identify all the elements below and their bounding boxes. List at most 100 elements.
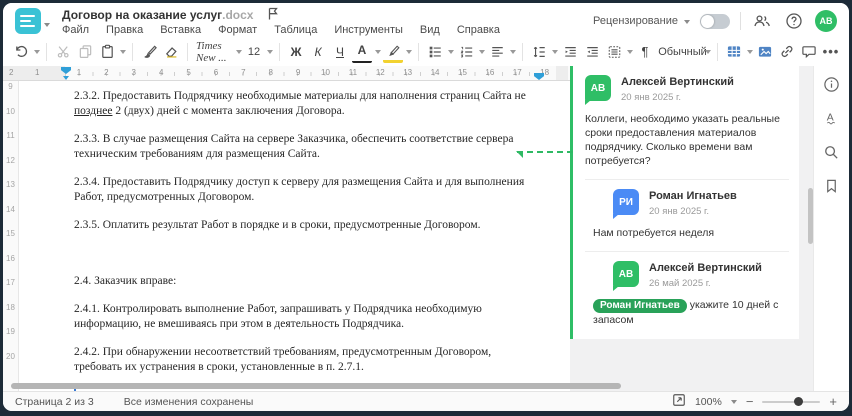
bullet-list-caret-icon[interactable] xyxy=(448,50,454,57)
decrease-indent-button[interactable] xyxy=(560,41,580,63)
insert-table-caret-icon[interactable] xyxy=(747,50,753,57)
font-size-caret-icon[interactable] xyxy=(267,50,273,57)
spellcheck-icon[interactable]: A xyxy=(822,108,842,128)
insert-link-button[interactable] xyxy=(777,41,797,63)
line-spacing-button[interactable] xyxy=(529,41,549,63)
review-toggle[interactable] xyxy=(700,13,730,29)
document-title: Договор на оказание услуг xyxy=(62,8,223,22)
more-tools-button[interactable]: ••• xyxy=(821,41,841,63)
insert-image-button[interactable] xyxy=(755,41,775,63)
document-page[interactable]: 2.3.2. Предоставить Подрядчику необходим… xyxy=(19,81,570,391)
paragraph-settings-caret-icon[interactable] xyxy=(627,50,633,57)
align-caret-icon[interactable] xyxy=(510,50,516,57)
copy-button[interactable] xyxy=(75,41,95,63)
document-extension: .docx xyxy=(222,8,254,22)
search-icon[interactable] xyxy=(822,142,842,162)
bookmark-icon[interactable] xyxy=(822,176,842,196)
align-button[interactable] xyxy=(487,41,507,63)
paragraph-settings-button[interactable] xyxy=(604,41,624,63)
insert-comment-button[interactable] xyxy=(799,41,819,63)
page-indicator[interactable]: Страница 2 из 3 xyxy=(15,396,94,408)
app-logo-icon[interactable] xyxy=(15,8,41,34)
highlight-color-caret-icon[interactable] xyxy=(406,50,412,57)
hanging-indent-marker[interactable] xyxy=(63,76,69,80)
comments-scrollbar[interactable] xyxy=(808,188,813,244)
logo-dropdown-caret-icon[interactable] xyxy=(44,23,50,30)
menu-item[interactable]: Вставка xyxy=(160,24,201,36)
menu-item[interactable]: Формат xyxy=(218,24,257,36)
font-family-caret-icon[interactable] xyxy=(236,50,242,57)
paragraph[interactable]: 2.3.3. В случае размещения Сайта на серв… xyxy=(74,132,534,162)
paragraph[interactable]: 2.3.5. Оплатить результат Работ в порядк… xyxy=(74,218,534,233)
horizontal-ruler[interactable]: 2 1 1 2 3 4 5 6 7 8 9 10 11 12 13 14 15 16 17 18 xyxy=(3,66,570,81)
right-sidebar: A xyxy=(813,66,849,391)
fit-page-icon[interactable] xyxy=(672,393,686,410)
bold-button[interactable]: Ж xyxy=(286,41,306,63)
comment-date: 20 янв 2025 г. xyxy=(649,206,710,217)
favorite-flag-icon[interactable] xyxy=(267,7,279,23)
font-size-select[interactable]: 12 xyxy=(244,41,264,63)
numbered-list-caret-icon[interactable] xyxy=(479,50,485,57)
menu-item[interactable]: Справка xyxy=(457,24,500,36)
menu-item[interactable]: Вид xyxy=(420,24,440,36)
paragraph[interactable]: 2.4.2. При обнаружении несоответствий тр… xyxy=(74,345,534,375)
help-icon[interactable] xyxy=(783,10,805,32)
cut-button[interactable] xyxy=(53,41,73,63)
paragraph-style-select[interactable]: Обычный xyxy=(658,41,707,63)
paste-dropdown-caret-icon[interactable] xyxy=(120,50,126,57)
paragraph[interactable]: 2.3.2. Предоставить Подрядчику необходим… xyxy=(74,89,534,119)
insert-table-button[interactable] xyxy=(724,41,744,63)
paste-button[interactable] xyxy=(97,41,117,63)
zoom-caret-icon[interactable] xyxy=(730,400,737,407)
zoom-slider[interactable] xyxy=(762,397,821,406)
menu-item[interactable]: Таблица xyxy=(274,24,317,36)
ruler-number: 16 xyxy=(485,68,495,77)
comment-reply[interactable]: РИ Роман Игнатьев 20 янв 2025 г. Нам пот… xyxy=(585,179,789,240)
vertical-ruler[interactable]: 9 10 11 12 13 14 15 16 17 18 19 20 xyxy=(3,81,19,391)
review-dropdown-caret-icon[interactable] xyxy=(684,19,690,27)
document-info-icon[interactable] xyxy=(822,74,842,94)
menu-item[interactable]: Правка xyxy=(106,24,143,36)
underline-button[interactable]: Ч xyxy=(330,41,350,63)
italic-button[interactable]: К xyxy=(308,41,328,63)
paragraph[interactable] xyxy=(74,246,534,261)
ruler-number: 18 xyxy=(6,302,15,312)
comment-reply[interactable]: АВ Алексей Вертинский 26 май 2025 г. Ром… xyxy=(585,251,789,327)
ruler-margin-number: 1 xyxy=(35,68,40,77)
comment-thread[interactable]: АВ Алексей Вертинский 20 янв 2025 г. Кол… xyxy=(570,66,799,339)
ruler-number: 3 xyxy=(131,68,137,77)
line-spacing-caret-icon[interactable] xyxy=(552,50,558,57)
horizontal-scrollbar[interactable] xyxy=(11,383,621,389)
bullet-list-button[interactable] xyxy=(425,41,445,63)
zoom-level[interactable]: 100% xyxy=(695,396,722,408)
highlight-color-button[interactable] xyxy=(383,41,403,63)
right-indent-marker[interactable] xyxy=(534,73,544,80)
undo-button[interactable] xyxy=(11,41,31,63)
show-formatting-marks-button[interactable]: ¶ xyxy=(635,41,655,63)
user-avatar[interactable]: АВ xyxy=(815,10,837,32)
undo-dropdown-caret-icon[interactable] xyxy=(34,50,40,57)
menu-item[interactable]: Файл xyxy=(62,24,89,36)
review-mode-label[interactable]: Рецензирование xyxy=(593,15,678,27)
increase-indent-button[interactable] xyxy=(582,41,602,63)
ruler-number: 13 xyxy=(6,180,15,189)
clear-style-eraser-button[interactable] xyxy=(161,41,181,63)
font-color-button[interactable]: А xyxy=(352,41,372,63)
zoom-out-button[interactable]: − xyxy=(746,395,754,408)
paragraph[interactable]: 2.4.1. Контролировать выполнение Работ, … xyxy=(74,302,534,332)
font-color-caret-icon[interactable] xyxy=(375,50,381,57)
mention-pill[interactable]: Роман Игнатьев xyxy=(593,299,687,313)
paragraph[interactable]: 2.4. Заказчик вправе: xyxy=(74,274,534,289)
numbered-list-button[interactable] xyxy=(456,41,476,63)
paragraph-style-caret-icon[interactable] xyxy=(705,50,711,57)
format-painter-button[interactable] xyxy=(139,41,159,63)
collaboration-users-icon[interactable] xyxy=(751,10,773,32)
zoom-slider-knob[interactable] xyxy=(794,397,804,406)
zoom-in-button[interactable]: + xyxy=(829,395,837,408)
ruler-number: 15 xyxy=(458,68,467,77)
paragraph[interactable]: 2.3.4. Предоставить Подрядчику доступ к … xyxy=(74,175,534,205)
comment[interactable]: АВ Алексей Вертинский 20 янв 2025 г. Кол… xyxy=(585,75,789,168)
menu-item[interactable]: Инструменты xyxy=(334,24,403,36)
comment-author: Алексей Вертинский xyxy=(621,76,734,88)
font-family-select[interactable]: Times New ... xyxy=(194,40,233,64)
